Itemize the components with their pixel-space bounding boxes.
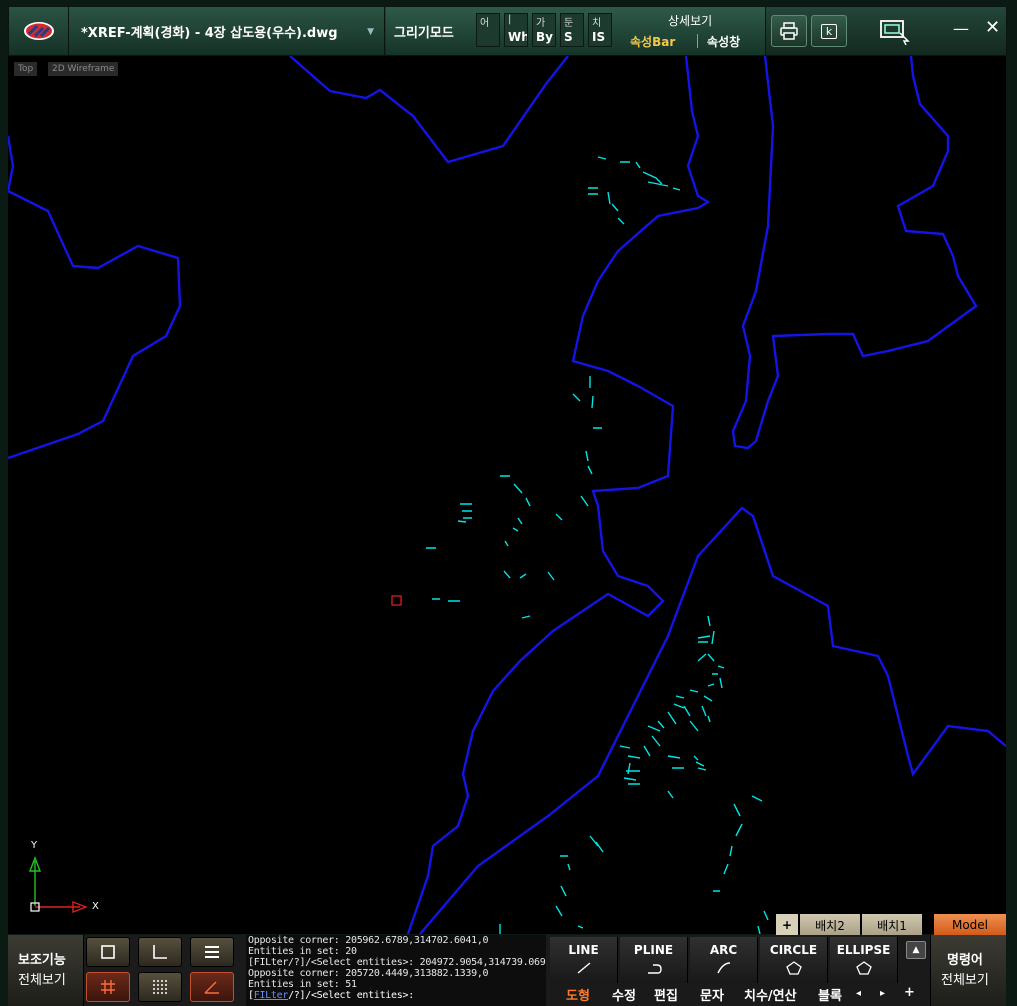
line-icon (577, 962, 590, 974)
circle-pentagon-icon (785, 961, 802, 975)
grid-button[interactable] (86, 972, 130, 1002)
drawing-geometry (8, 56, 1006, 934)
pline-tool-button[interactable]: PLINE (620, 937, 688, 983)
cad-app: *XREF-계획(경화) - 4장 삽도용(우수).dwg ▼ 그리기모드 어 … (0, 0, 1017, 1006)
ucs-y-label: Y (31, 840, 38, 851)
command-log-line: Opposite corner: 205720.4449,313882.1339… (248, 968, 489, 979)
command-log-line: Entities in set: 20 (248, 946, 357, 957)
color-field[interactable]: |Whir (504, 13, 528, 47)
lineweight-button[interactable] (190, 937, 234, 967)
lineweight-field[interactable]: 둔S (560, 13, 584, 47)
ellipse-tool-button[interactable]: ELLIPSE (830, 937, 898, 983)
filter-option-link[interactable]: FILter (254, 990, 289, 1001)
app-logo-icon (23, 22, 54, 40)
file-tab[interactable]: *XREF-계획(경화) - 4장 삽도용(우수).dwg ▼ (69, 7, 385, 55)
auxiliary-show-all[interactable]: 전체보기 (18, 969, 66, 988)
auxiliary-title: 보조기능 (18, 953, 66, 968)
linetype-field[interactable]: 가 By (532, 13, 556, 47)
category-dimension[interactable]: 치수/연산 (744, 985, 797, 1004)
ucs-x-label: X (92, 901, 99, 912)
ellipse-pentagon-icon (855, 961, 872, 975)
category-modify[interactable]: 수정 (612, 985, 636, 1004)
polar-tracking-button[interactable] (190, 972, 234, 1002)
blue-polylines (8, 56, 1006, 934)
grid-icon (101, 980, 115, 994)
ortho-icon (153, 945, 167, 959)
attribute-bar-toggle[interactable]: 속성Bar (630, 33, 675, 50)
rectangle-snap-button[interactable] (86, 937, 130, 967)
arc-tool-button[interactable]: ARC (690, 937, 758, 983)
square-icon (101, 945, 115, 959)
attribute-window-toggle[interactable]: 속성창 (707, 33, 740, 50)
cyan-detail-lines (426, 156, 769, 934)
category-block[interactable]: 블록 (818, 985, 842, 1004)
draw-mode-panel: 그리기모드 어 |Whir 가By 둔S 치IS 상세보기 속성Bar 속성창 (386, 7, 766, 55)
draw-mode-button[interactable]: 그리기모드 (394, 22, 454, 41)
minimize-button[interactable]: — (953, 19, 969, 38)
line-tool-button[interactable]: LINE (550, 937, 618, 983)
detail-view-panel: 상세보기 속성Bar 속성창 (618, 7, 768, 55)
tab-model[interactable]: Model (934, 914, 1006, 936)
add-layout-button[interactable]: + (776, 914, 798, 936)
divider (697, 34, 698, 48)
close-button[interactable]: ✕ (985, 17, 1000, 38)
shape-toolbar: LINE PLINE ARC CIRCLE ELLIPSE ▲ 도형 수정 편집… (550, 935, 932, 1006)
window-controls: k — ✕ (767, 7, 1007, 55)
ortho-button[interactable] (138, 937, 182, 967)
dot-grid-icon (153, 980, 167, 994)
angle-icon (204, 981, 219, 994)
auxiliary-panel[interactable]: 보조기능 전체보기 (8, 935, 84, 1006)
textstyle-field[interactable]: 치 IS (588, 13, 612, 47)
zoom-window-icon (880, 20, 910, 45)
drawing-canvas[interactable]: Top 2D Wireframe Y X (8, 56, 1006, 934)
zoom-window-button[interactable] (877, 15, 913, 47)
ucs-icon (28, 856, 88, 914)
pline-icon (647, 964, 662, 974)
k-key-icon: k (820, 23, 838, 39)
detail-view-title: 상세보기 (668, 14, 713, 28)
command-history[interactable]: Opposite corner: 205962.6789,314702.6041… (246, 935, 546, 1006)
command-title: 명령어 (947, 953, 983, 968)
app-logo-button[interactable] (9, 7, 69, 55)
shape-expand-button[interactable]: ▲ (906, 941, 926, 959)
layer-field[interactable]: 어 (476, 13, 500, 47)
arc-icon (716, 962, 730, 974)
chevron-down-icon[interactable]: ▼ (367, 27, 374, 37)
category-add-button[interactable]: + (904, 985, 915, 1000)
command-panel[interactable]: 명령어 전체보기 (930, 935, 1006, 1006)
category-edit[interactable]: 편집 (654, 985, 678, 1004)
printer-icon (780, 22, 798, 40)
tab-layout1[interactable]: 배치1 (862, 914, 922, 936)
command-show-all[interactable]: 전체보기 (941, 969, 989, 988)
category-shape[interactable]: 도형 (566, 985, 590, 1004)
command-log-line: Opposite corner: 205962.6789,314702.6041… (248, 935, 489, 946)
command-log-line: Entities in set: 51 (248, 979, 357, 990)
circle-tool-button[interactable]: CIRCLE (760, 937, 828, 983)
category-next-button[interactable]: ▸ (880, 988, 885, 999)
command-prompt[interactable]: [FILter/?]/<Select entities>: (248, 990, 546, 1001)
tab-layout2[interactable]: 배치2 (800, 914, 860, 936)
category-prev-button[interactable]: ◂ (856, 988, 861, 999)
file-title: *XREF-계획(경화) - 4장 삽도용(우수).dwg (81, 25, 338, 41)
bottom-toolbar: 보조기능 전체보기 Opposite corner: 205962.6789,3… (8, 935, 1006, 1006)
title-bar: *XREF-계획(경화) - 4장 삽도용(우수).dwg ▼ 그리기모드 어 … (8, 6, 1007, 56)
keyboard-button[interactable]: k (811, 15, 847, 47)
print-button[interactable] (771, 15, 807, 47)
dot-grid-button[interactable] (138, 972, 182, 1002)
lines-icon (205, 946, 219, 958)
command-log-line: [FILter/?]/<Select entities>: 204972.905… (248, 957, 546, 968)
category-text[interactable]: 문자 (700, 985, 724, 1004)
red-marker (391, 595, 402, 606)
